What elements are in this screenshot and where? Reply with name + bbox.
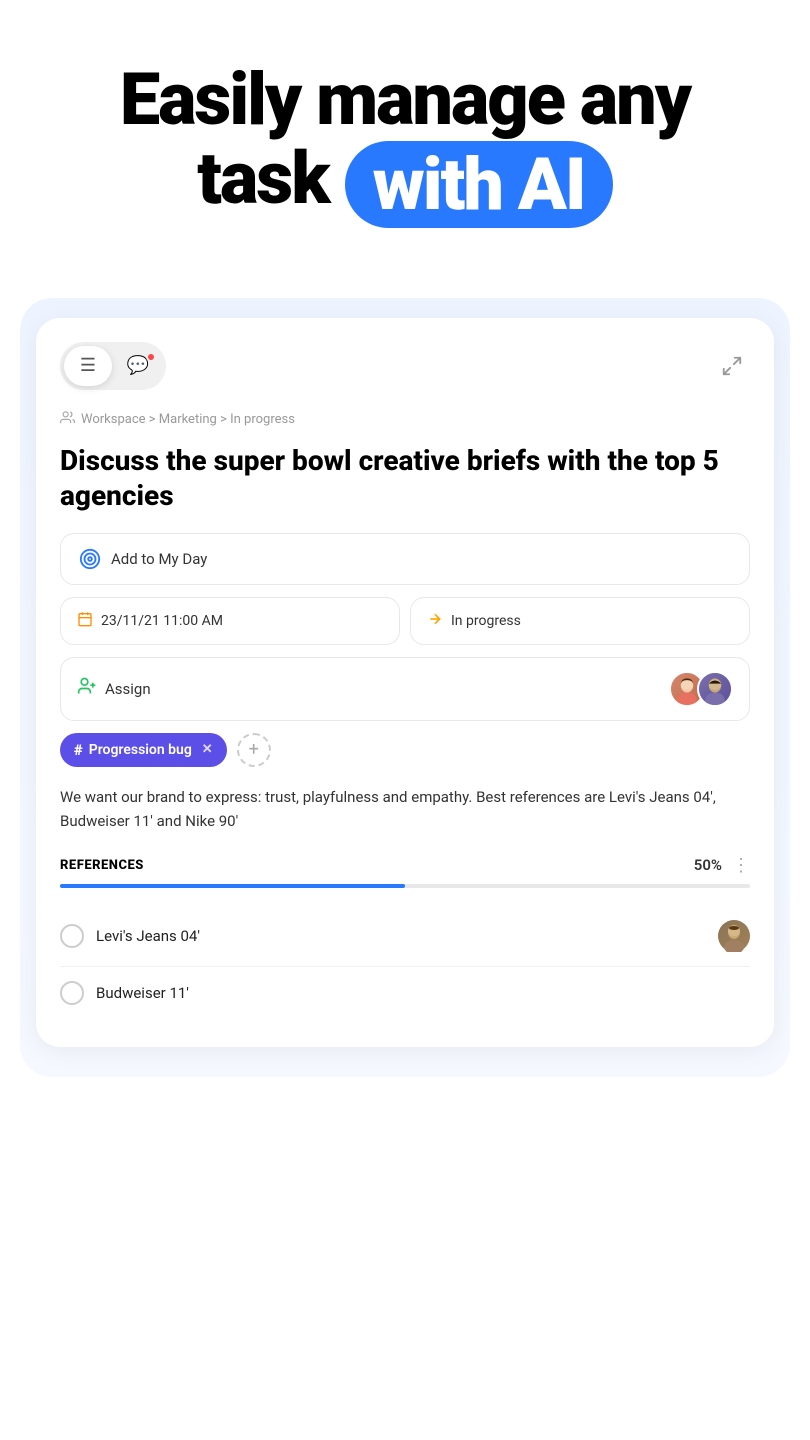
tab-chat[interactable]: 💬 [114,346,162,386]
task-card: ☰ 💬 [36,318,774,1047]
progress-bar-fill [60,884,405,888]
notification-badge [146,352,156,362]
breadcrumb: Workspace > Marketing > In progress [60,410,750,429]
add-day-label: Add to My Day [111,550,207,568]
assign-icon [77,676,97,701]
list-item-left: Levi's Jeans 04' [60,924,200,948]
status-pill[interactable]: In progress [410,597,750,645]
tag-hash-icon: # [74,741,83,759]
hero-ai-pill: with AI [345,141,613,228]
toolbar-tabs: ☰ 💬 [60,342,166,390]
assignee-avatar-2 [697,671,733,707]
workspace-icon [60,410,75,429]
list-item-label-levis: Levi's Jeans 04' [96,927,200,945]
assign-label: Assign [105,680,151,698]
tag-close-icon[interactable]: ✕ [202,742,213,757]
hero-section: Easily manage any task with AI [0,0,810,268]
date-text: 23/11/21 11:00 AM [101,613,223,629]
checkbox-budweiser[interactable] [60,981,84,1005]
list-item-budweiser: Budweiser 11' [60,967,750,1019]
target-icon [79,548,101,570]
status-text: In progress [451,613,521,629]
references-header: REFERENCES 50% ⋮ [60,855,750,876]
task-description: We want our brand to express: trust, pla… [60,785,750,833]
list-item-label-budweiser: Budweiser 11' [96,984,189,1002]
checkbox-levis[interactable] [60,924,84,948]
add-tag-button[interactable]: + [237,733,271,767]
date-pill[interactable]: 23/11/21 11:00 AM [60,597,400,645]
list-item: Levi's Jeans 04' [60,906,750,967]
calendar-icon [77,611,93,631]
tag-label: Progression bug [89,742,192,758]
hero-line1: Easily manage any [120,57,690,142]
hero-title: Easily manage any task with AI [40,60,770,228]
assignees-list [669,671,733,707]
tags-row: # Progression bug ✕ + [60,733,750,767]
task-title: Discuss the super bowl creative briefs w… [60,443,750,513]
list-item-left-budweiser: Budweiser 11' [60,981,189,1005]
tab-detail[interactable]: ☰ [64,346,112,386]
expand-button[interactable] [714,348,750,384]
list-item-avatar-levis [718,920,750,952]
references-percent: 50% [694,856,722,874]
references-title: REFERENCES [60,858,144,873]
references-right: 50% ⋮ [694,855,750,876]
hero-line2-prefix: task [197,136,344,221]
references-more-button[interactable]: ⋮ [732,855,750,876]
card-container: ☰ 💬 [20,298,790,1077]
detail-icon: ☰ [80,355,96,376]
breadcrumb-path: Workspace > Marketing > In progress [81,412,295,427]
arrow-icon [427,611,443,631]
add-to-my-day-button[interactable]: Add to My Day [60,533,750,585]
progress-bar-container [60,884,750,888]
tag-progression-bug[interactable]: # Progression bug ✕ [60,733,227,767]
toolbar: ☰ 💬 [60,342,750,390]
assign-row[interactable]: Assign [60,657,750,721]
meta-row: 23/11/21 11:00 AM In progress [60,597,750,645]
assign-left: Assign [77,676,151,701]
